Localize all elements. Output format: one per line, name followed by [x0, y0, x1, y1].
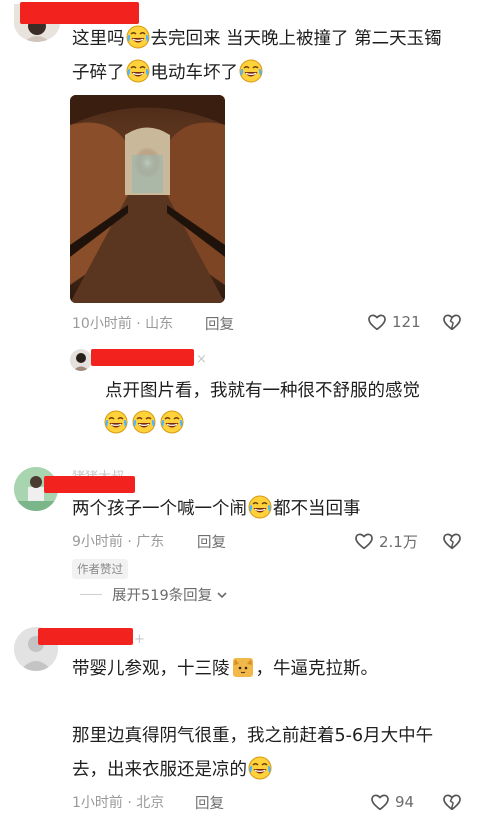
reply-button[interactable]: 回复 [195, 792, 224, 813]
comment-text: 那里边真得阴气很重，我之前赶着5-6月大中午 [72, 726, 434, 746]
reply-text: 点开图片看，我就有一种很不舒服的感觉 [105, 381, 420, 401]
like-button[interactable]: 121 [366, 311, 421, 333]
reply-author-close: × [196, 352, 207, 367]
comment-text-part: 子碎了 [72, 63, 125, 83]
comment-text-part: 带婴儿参观，十三陵 [72, 659, 230, 679]
expand-replies-label: 展开519条回复 [112, 588, 213, 604]
expand-replies-button[interactable]: 展开519条回复 [80, 584, 229, 605]
broken-heart-icon[interactable] [441, 530, 463, 552]
broken-heart-icon[interactable] [441, 791, 463, 813]
like-count: 121 [392, 313, 421, 331]
author-liked-badge: 作者赞过 [72, 559, 128, 579]
comment-time-location: 9小时前 · 广东 [72, 534, 165, 550]
chevron-down-icon [217, 591, 227, 598]
comment-text-part: 电动车坏了 [150, 63, 239, 83]
laugh-cry-emoji-icon [104, 410, 128, 434]
laugh-cry-emoji-icon [126, 59, 150, 83]
redacted-username [38, 628, 133, 645]
laugh-cry-emoji-icon [126, 25, 150, 49]
comment-text-part: 两个孩子一个喊一个闹 [72, 499, 247, 519]
heart-icon [366, 311, 388, 333]
laugh-cry-emoji-icon [132, 410, 156, 434]
like-button[interactable]: 94 [369, 791, 414, 813]
laugh-cry-emoji-icon [239, 59, 263, 83]
like-count: 94 [395, 793, 415, 811]
cat-emoji-icon [231, 655, 255, 679]
comment-text-part: 这里吗 [72, 29, 125, 49]
emoji-row [103, 410, 185, 434]
reply-button[interactable]: 回复 [205, 313, 234, 334]
broken-heart-icon[interactable] [441, 311, 463, 333]
comment-time-location: 1小时前 · 北京 [72, 795, 165, 811]
author-name-remnant: + [134, 632, 145, 647]
like-button[interactable]: 2.1万 [353, 530, 418, 552]
divider-line [80, 594, 102, 595]
comment-text: 子碎了 电动车坏了 [72, 56, 264, 90]
laugh-cry-emoji-icon [248, 756, 272, 780]
comment-text: 这里吗 去完回来 当天晚上被撞了 第二天玉镯 [72, 22, 442, 56]
comment-text: 带婴儿参观，十三陵 ，牛逼克拉斯。 [72, 652, 378, 686]
comment-time-location: 10小时前 · 山东 [72, 316, 174, 332]
laugh-cry-emoji-icon [248, 495, 272, 519]
heart-icon [369, 791, 391, 813]
comment-text: 去，出来衣服还是凉的 [72, 753, 273, 787]
avatar[interactable] [70, 349, 92, 371]
laugh-cry-emoji-icon [160, 410, 184, 434]
comment-text-part: ，牛逼克拉斯。 [255, 659, 379, 679]
like-count: 2.1万 [379, 532, 418, 551]
comment-photo[interactable] [70, 95, 225, 303]
reply-button[interactable]: 回复 [197, 531, 226, 552]
comment-text-part: 去，出来衣服还是凉的 [72, 760, 247, 780]
redacted-username [44, 476, 135, 493]
heart-icon [353, 530, 375, 552]
comment-text: 两个孩子一个喊一个闹 都不当回事 [72, 492, 361, 526]
comment-text-part: 都不当回事 [273, 499, 361, 519]
comment-text-part: 去完回来 当天晚上被撞了 第二天玉镯 [150, 29, 442, 49]
redacted-username [20, 2, 139, 24]
redacted-username [91, 349, 194, 366]
